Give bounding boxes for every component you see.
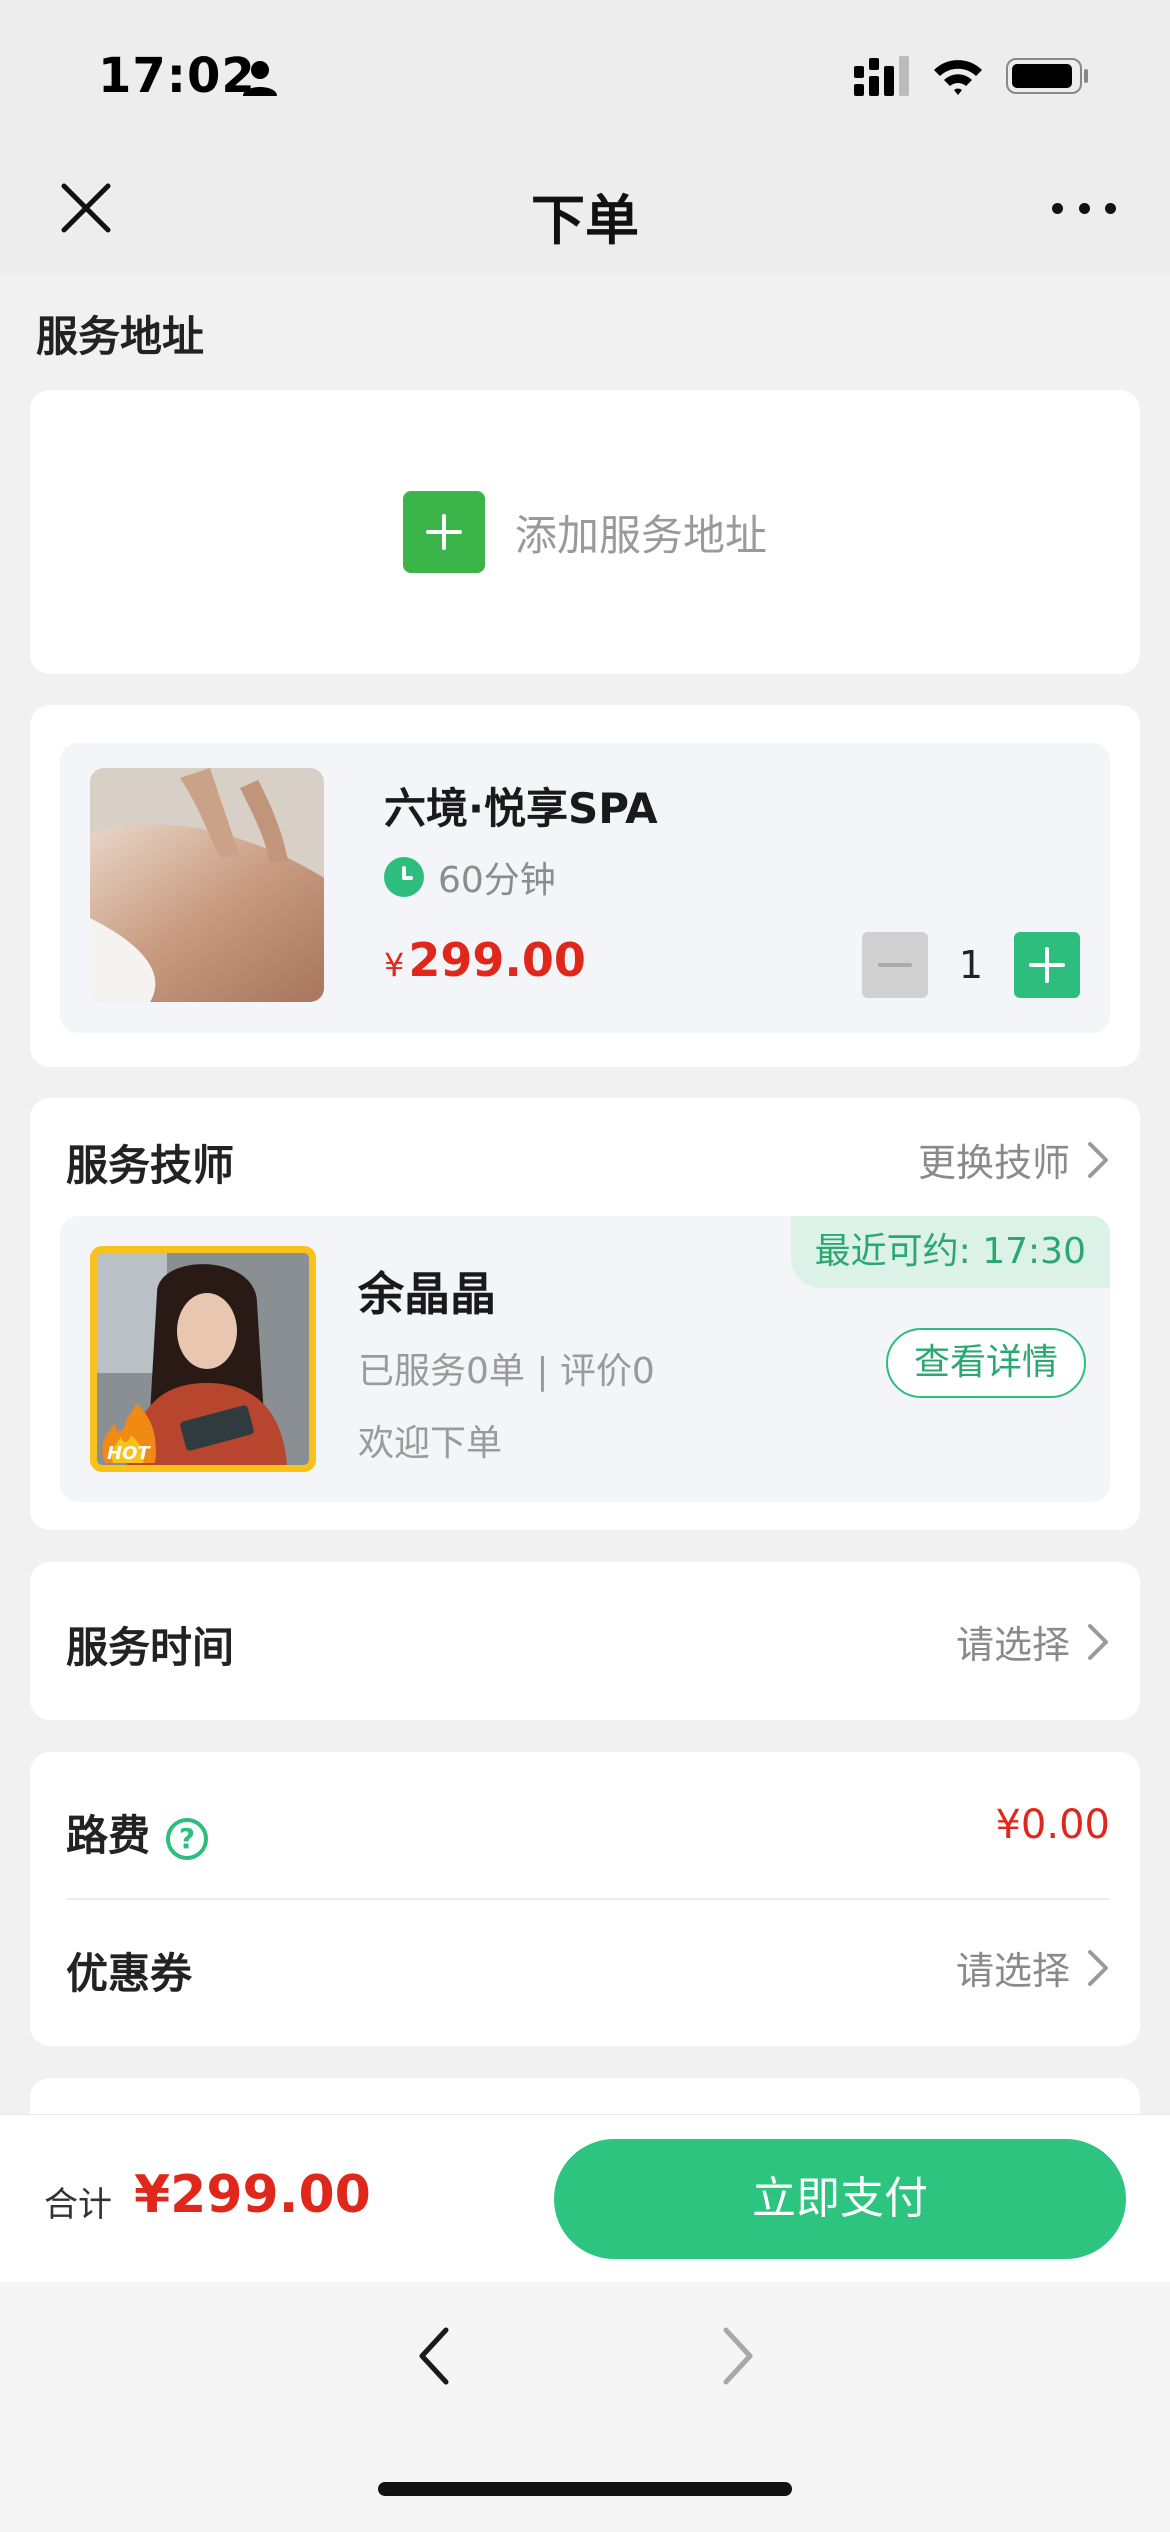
divider xyxy=(66,1898,1110,1900)
total-label: 合计 xyxy=(44,2185,112,2225)
battery-icon xyxy=(1006,58,1088,94)
price-value: 299.00 xyxy=(408,933,586,987)
change-technician-label: 更换技师 xyxy=(917,1141,1070,1185)
page-title: 下单 xyxy=(531,189,639,252)
hot-badge: HOT xyxy=(107,1443,150,1464)
total-value: ¥299.00 xyxy=(134,2165,371,2225)
increase-button[interactable] xyxy=(1014,932,1080,998)
view-details-button[interactable]: 查看详情 xyxy=(886,1328,1086,1398)
currency-symbol: ¥ xyxy=(384,946,405,984)
bottom-nav-bar xyxy=(0,2282,1170,2532)
product-name: 六境·悦享SPA xyxy=(384,784,658,833)
fees-card: 路费? ¥0.00 优惠券 请选择 xyxy=(30,1752,1140,2046)
service-time-row[interactable]: 服务时间 请选择 xyxy=(30,1562,1140,1720)
decrease-button[interactable] xyxy=(862,932,928,998)
change-technician-link[interactable]: 更换技师 xyxy=(918,1132,1110,1187)
help-icon[interactable]: ? xyxy=(166,1817,209,1860)
back-arrow-icon[interactable] xyxy=(414,2324,454,2388)
product-card: 六境·悦享SPA 60分钟 ¥299.00 1 xyxy=(30,705,1140,1067)
technician-item: HOT 余晶晶 已服务0单 | 评价0 欢迎下单 最近可约: 17:30 查看详… xyxy=(60,1216,1110,1502)
pay-now-button[interactable]: 立即支付 xyxy=(554,2139,1126,2259)
more-icon[interactable] xyxy=(1052,186,1116,230)
coupon-value: 请选择 xyxy=(955,1949,1070,1993)
coupon-picker[interactable]: 请选择 xyxy=(956,1940,1110,1995)
checkout-bar: 合计 ¥299.00 立即支付 xyxy=(0,2114,1170,2282)
product-duration: 60分钟 xyxy=(384,851,556,903)
service-time-picker[interactable]: 请选择 xyxy=(956,1614,1110,1669)
technician-card: 服务技师 更换技师 HOT 余晶晶 已服务0单 | 评价0 欢迎下单 最近可约:… xyxy=(30,1098,1140,1530)
nav-bar: 下单 xyxy=(0,140,1170,275)
chevron-right-icon xyxy=(1088,1623,1108,1660)
travel-fee-value: ¥0.00 xyxy=(995,1802,1110,1848)
technician-avatar: HOT xyxy=(90,1246,316,1472)
travel-fee-row: 路费? xyxy=(66,1802,209,1863)
product-image xyxy=(90,768,324,1002)
service-time-label: 服务时间 xyxy=(66,1623,235,1672)
travel-fee-label: 路费 xyxy=(66,1811,151,1860)
service-time-value: 请选择 xyxy=(955,1623,1070,1667)
availability-badge: 最近可约: 17:30 xyxy=(790,1216,1110,1288)
plus-icon xyxy=(402,491,485,573)
product-price: ¥299.00 xyxy=(384,933,586,987)
quantity-value: 1 xyxy=(958,943,984,987)
address-section-label: 服务地址 xyxy=(36,312,205,361)
status-indicators xyxy=(854,56,1090,96)
forward-arrow-icon[interactable] xyxy=(718,2324,758,2388)
wifi-icon xyxy=(934,60,982,95)
signal-icon xyxy=(854,56,909,96)
status-bar: 17:02 xyxy=(0,0,1170,140)
product-item: 六境·悦享SPA 60分钟 ¥299.00 1 xyxy=(60,743,1110,1033)
coupon-label: 优惠券 xyxy=(66,1949,193,1998)
technician-name: 余晶晶 xyxy=(358,1267,496,1321)
technician-section-label: 服务技师 xyxy=(66,1141,235,1190)
person-icon xyxy=(243,61,277,96)
home-indicator xyxy=(378,2482,792,2496)
technician-welcome: 欢迎下单 xyxy=(358,1423,503,1464)
add-address-label: 添加服务地址 xyxy=(514,510,767,560)
duration-text: 60分钟 xyxy=(438,860,556,901)
technician-stats: 已服务0单 | 评价0 xyxy=(358,1351,655,1392)
status-time: 17:02 xyxy=(98,48,256,104)
quantity-stepper: 1 xyxy=(862,932,1080,998)
clock-icon xyxy=(384,857,424,897)
chevron-right-icon xyxy=(1088,1949,1108,1986)
add-address-button[interactable]: 添加服务地址 xyxy=(30,390,1140,674)
chevron-right-icon xyxy=(1088,1141,1108,1178)
